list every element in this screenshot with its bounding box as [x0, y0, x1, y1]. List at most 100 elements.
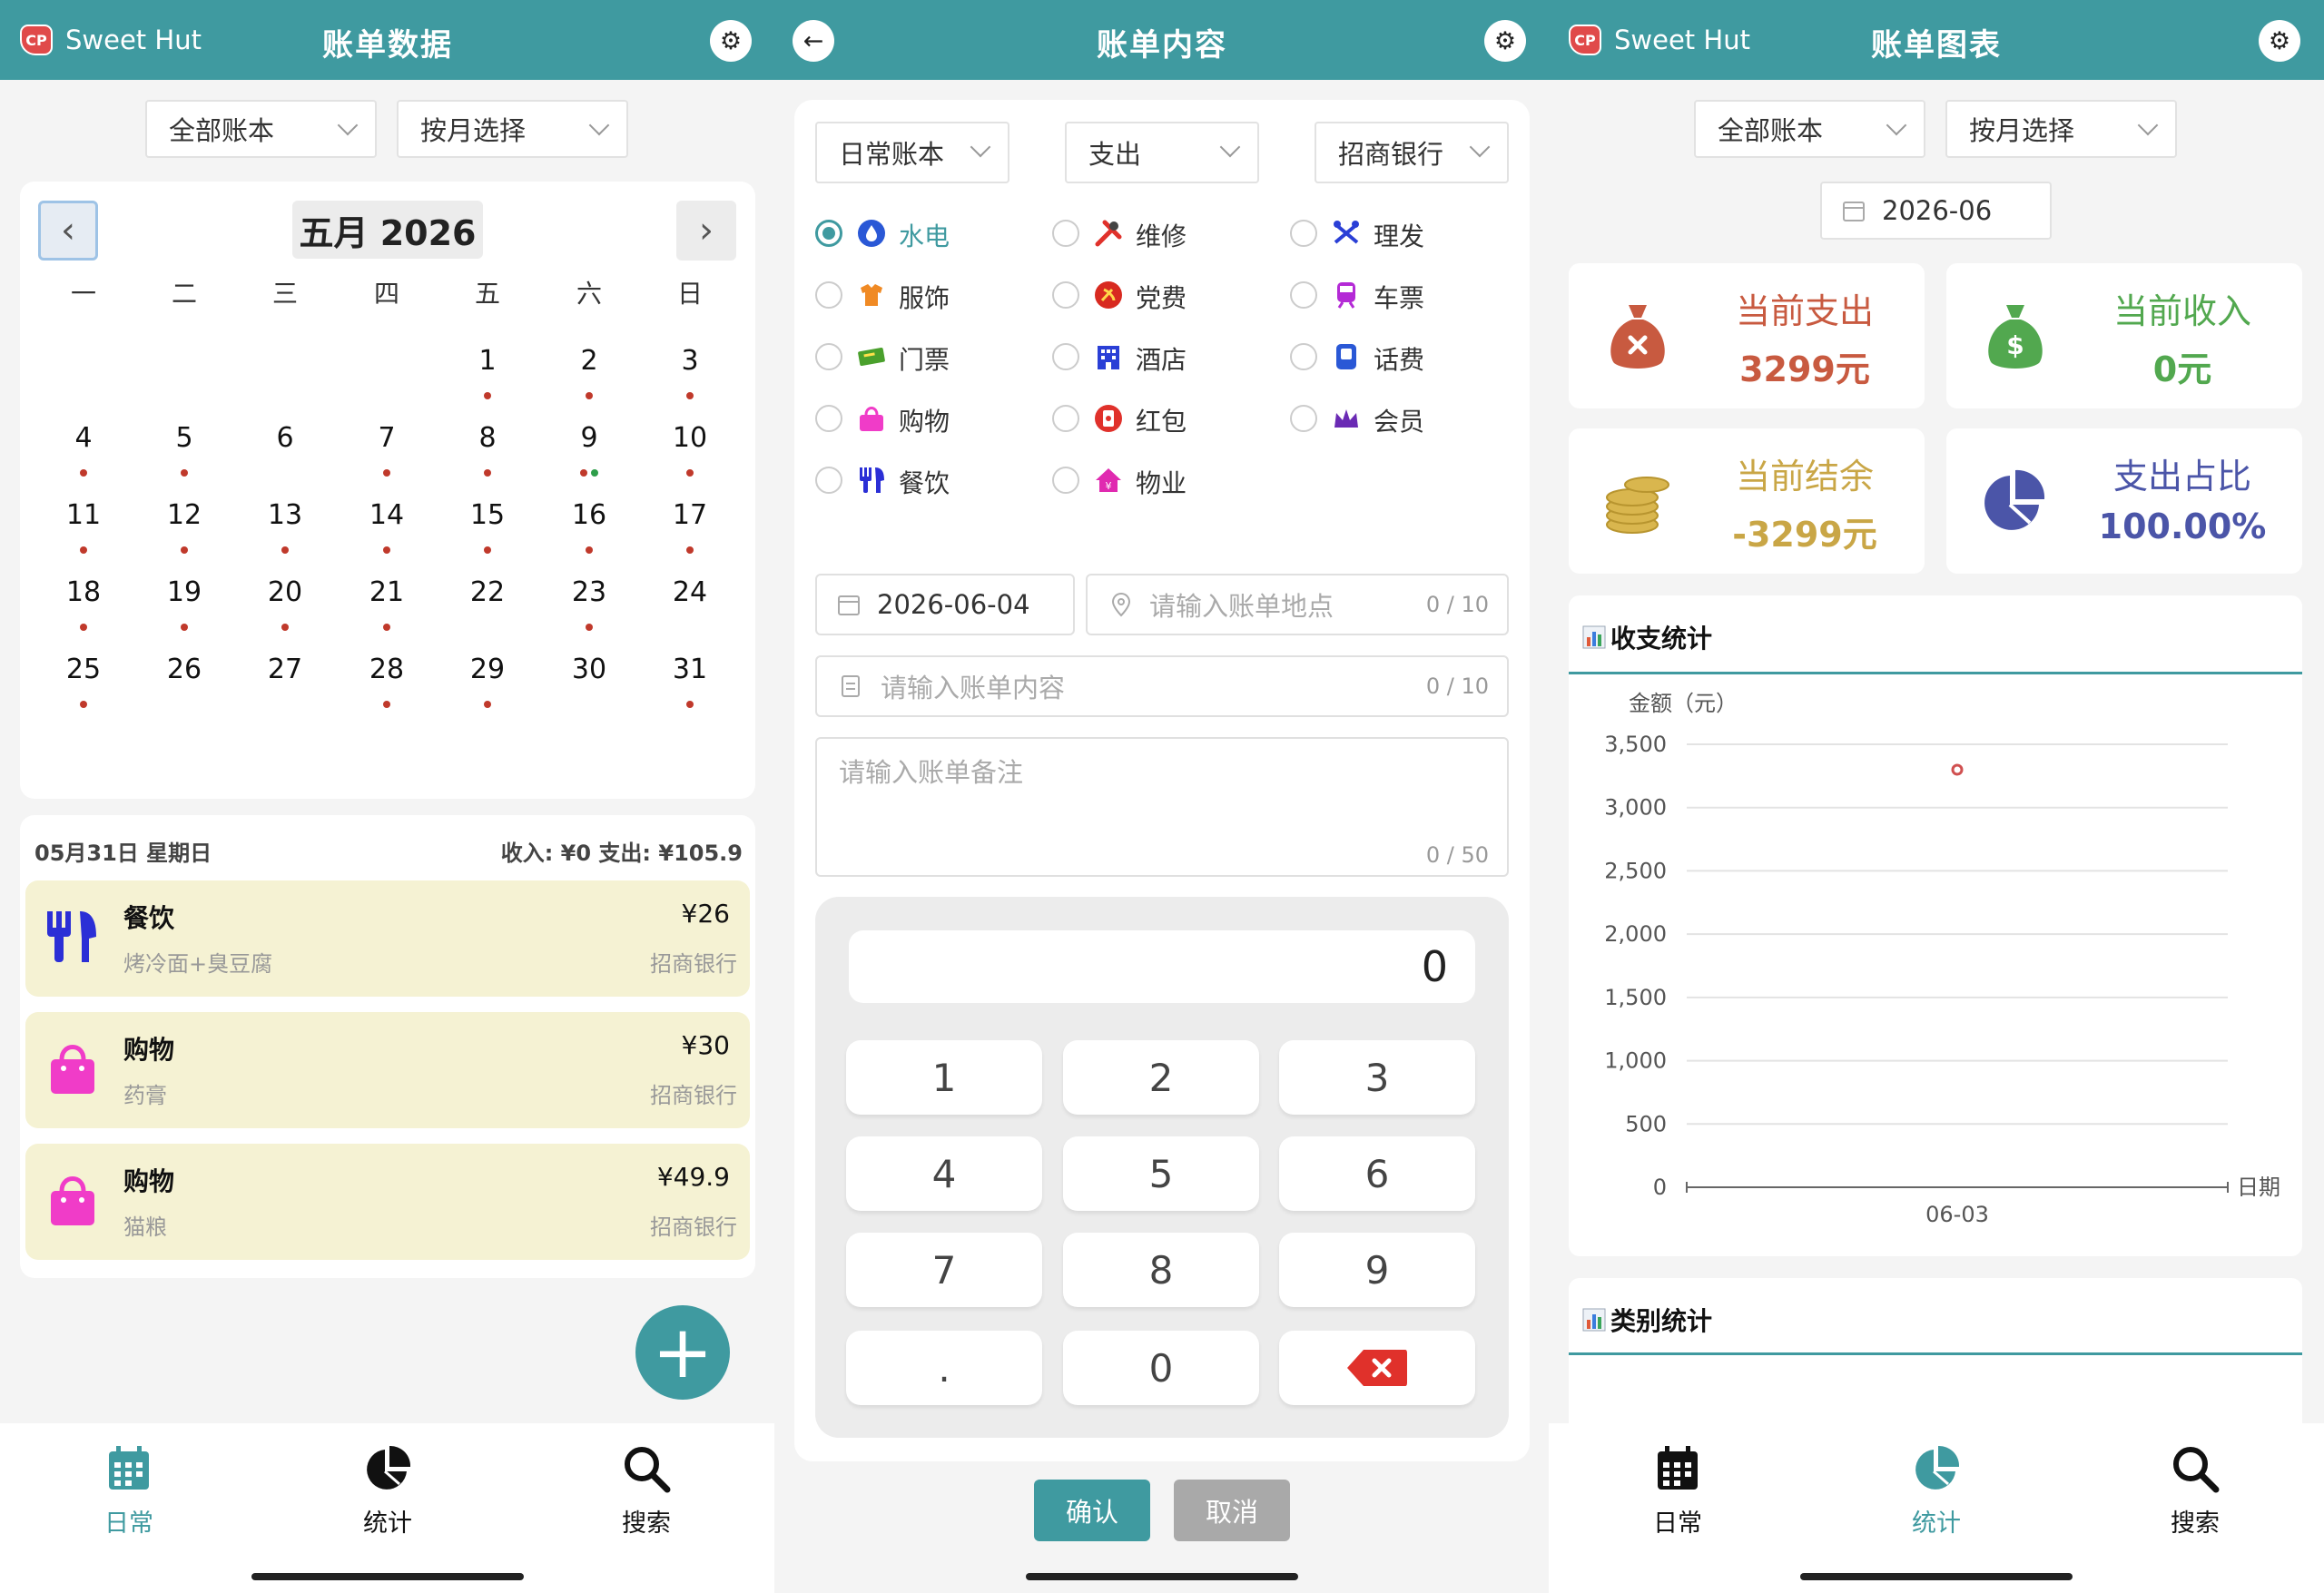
calendar-day[interactable]: 17 — [663, 499, 717, 531]
category-label[interactable]: 水电 — [899, 217, 950, 253]
type-select[interactable]: 支出 — [1065, 122, 1259, 183]
prev-month-button[interactable]: ‹ — [38, 201, 98, 261]
date-field[interactable]: 2026-06-04 — [815, 574, 1075, 635]
digit-key[interactable]: 0 — [1063, 1331, 1259, 1405]
calendar-day[interactable]: 19 — [157, 576, 212, 608]
category-radio[interactable] — [1052, 405, 1079, 432]
location-input[interactable]: 请输入账单地点 0 / 10 — [1086, 574, 1509, 635]
category-radio[interactable] — [1290, 281, 1317, 309]
calendar-day[interactable]: 28 — [359, 654, 414, 685]
category-label[interactable]: 餐饮 — [899, 464, 950, 500]
calendar-day[interactable]: 16 — [562, 499, 616, 531]
category-radio[interactable] — [1052, 220, 1079, 247]
calendar-day[interactable]: 18 — [56, 576, 111, 608]
bank-select[interactable]: 招商银行 — [1315, 122, 1509, 183]
category-radio[interactable] — [815, 405, 842, 432]
digit-key[interactable]: 6 — [1279, 1136, 1475, 1211]
tab-daily[interactable]: 日常 — [56, 1441, 202, 1539]
calendar-day[interactable]: 12 — [157, 499, 212, 531]
tab-stats[interactable]: 统计 — [1864, 1441, 2009, 1539]
record-item[interactable]: 购物 猫粮 ¥49.9 招商银行 — [25, 1144, 750, 1260]
settings-button[interactable]: ⚙ — [2259, 20, 2300, 62]
book-select[interactable]: 日常账本 — [815, 122, 1009, 183]
calendar-day[interactable]: 8 — [460, 422, 515, 454]
digit-key[interactable]: 5 — [1063, 1136, 1259, 1211]
calendar-day[interactable]: 15 — [460, 499, 515, 531]
category-label[interactable]: 门票 — [899, 340, 950, 377]
category-radio[interactable] — [815, 343, 842, 370]
category-radio[interactable] — [1290, 405, 1317, 432]
tab-stats[interactable]: 统计 — [315, 1441, 460, 1539]
category-label[interactable]: 服饰 — [899, 279, 950, 315]
confirm-button[interactable]: 确认 — [1034, 1480, 1150, 1541]
decimal-key[interactable]: . — [846, 1331, 1042, 1405]
category-radio[interactable] — [1052, 343, 1079, 370]
next-month-button[interactable]: › — [676, 201, 736, 261]
calendar-day[interactable]: 14 — [359, 499, 414, 531]
calendar-day[interactable]: 25 — [56, 654, 111, 685]
record-item[interactable]: 购物 药膏 ¥30 招商银行 — [25, 1012, 750, 1128]
category-label[interactable]: 理发 — [1374, 217, 1424, 253]
category-label[interactable]: 维修 — [1136, 217, 1187, 253]
category-radio[interactable] — [1052, 467, 1079, 494]
calendar-day[interactable]: 3 — [663, 345, 717, 377]
category-radio[interactable] — [1290, 343, 1317, 370]
book-select[interactable]: 全部账本 — [145, 100, 377, 158]
settings-button[interactable]: ⚙ — [710, 20, 752, 62]
category-radio[interactable] — [815, 281, 842, 309]
calendar-day[interactable]: 1 — [460, 345, 515, 377]
category-label[interactable]: 话费 — [1374, 340, 1424, 377]
add-record-button[interactable]: + — [635, 1305, 730, 1400]
tab-daily[interactable]: 日常 — [1605, 1441, 1750, 1539]
calendar-day[interactable]: 27 — [258, 654, 312, 685]
category-radio[interactable] — [815, 467, 842, 494]
calendar-day[interactable]: 29 — [460, 654, 515, 685]
category-label[interactable]: 党费 — [1136, 279, 1187, 315]
calendar-day[interactable]: 13 — [258, 499, 312, 531]
calendar-day[interactable]: 22 — [460, 576, 515, 608]
category-radio[interactable] — [1290, 220, 1317, 247]
calendar-day[interactable]: 10 — [663, 422, 717, 454]
calendar-day[interactable]: 26 — [157, 654, 212, 685]
cancel-button[interactable]: 取消 — [1174, 1480, 1290, 1541]
digit-key[interactable]: 9 — [1279, 1233, 1475, 1307]
category-label[interactable]: 购物 — [899, 402, 950, 438]
month-picker[interactable]: 2026-06 — [1820, 182, 2052, 240]
remark-textarea[interactable]: 请输入账单备注 0 / 50 — [815, 737, 1509, 877]
digit-key[interactable]: 8 — [1063, 1233, 1259, 1307]
calendar-day[interactable]: 23 — [562, 576, 616, 608]
category-radio[interactable] — [815, 220, 842, 247]
tab-search[interactable]: 搜索 — [2122, 1441, 2268, 1539]
category-label[interactable]: 会员 — [1374, 402, 1424, 438]
calendar-day[interactable]: 2 — [562, 345, 616, 377]
digit-key[interactable]: 4 — [846, 1136, 1042, 1211]
content-input[interactable]: 请输入账单内容 0 / 10 — [815, 655, 1509, 717]
calendar-day[interactable]: 4 — [56, 422, 111, 454]
calendar-day[interactable]: 30 — [562, 654, 616, 685]
calendar-day[interactable]: 21 — [359, 576, 414, 608]
calendar-day[interactable]: 20 — [258, 576, 312, 608]
calendar-day[interactable]: 7 — [359, 422, 414, 454]
digit-key[interactable]: 3 — [1279, 1040, 1475, 1115]
month-select[interactable]: 按月选择 — [397, 100, 628, 158]
category-label[interactable]: 车票 — [1374, 279, 1424, 315]
settings-button[interactable]: ⚙ — [1484, 20, 1526, 62]
digit-key[interactable]: 2 — [1063, 1040, 1259, 1115]
calendar-day[interactable]: 6 — [258, 422, 312, 454]
category-label[interactable]: 物业 — [1136, 464, 1187, 500]
digit-key[interactable]: 7 — [846, 1233, 1042, 1307]
calendar-day[interactable]: 24 — [663, 576, 717, 608]
calendar-day[interactable]: 11 — [56, 499, 111, 531]
backspace-key[interactable] — [1279, 1331, 1475, 1405]
calendar-day[interactable]: 9 — [562, 422, 616, 454]
category-radio[interactable] — [1052, 281, 1079, 309]
record-item[interactable]: 餐饮 烤冷面+臭豆腐 ¥26 招商银行 — [25, 880, 750, 997]
month-select[interactable]: 按月选择 — [1945, 100, 2177, 158]
tab-search[interactable]: 搜索 — [574, 1441, 719, 1539]
calendar-day[interactable]: 5 — [157, 422, 212, 454]
category-label[interactable]: 酒店 — [1136, 340, 1187, 377]
book-select[interactable]: 全部账本 — [1694, 100, 1925, 158]
category-label[interactable]: 红包 — [1136, 402, 1187, 438]
calendar-day[interactable]: 31 — [663, 654, 717, 685]
digit-key[interactable]: 1 — [846, 1040, 1042, 1115]
